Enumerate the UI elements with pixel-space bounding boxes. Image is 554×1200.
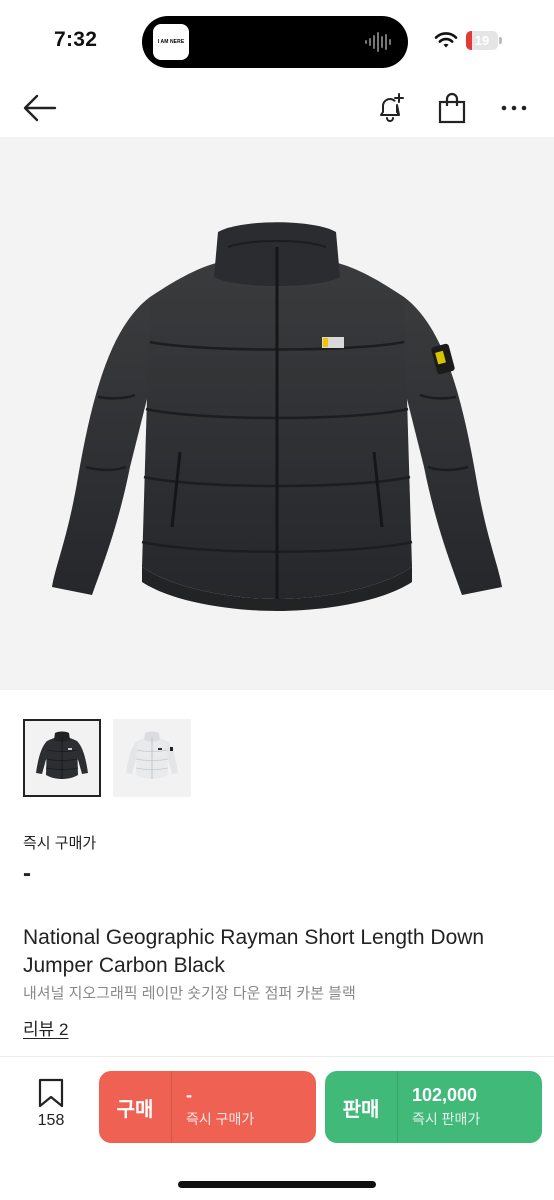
sell-button-subtitle: 즉시 판매가 (412, 1111, 481, 1127)
bell-plus-icon (380, 93, 404, 122)
buy-button[interactable]: 구매 - 즉시 구매가 (99, 1071, 316, 1143)
battery-body: 19 (466, 31, 498, 50)
thumbnail-white[interactable] (113, 719, 191, 797)
audio-wave-icon (365, 32, 391, 52)
product-title: National Geographic Rayman Short Length … (23, 926, 485, 977)
divider (0, 1056, 554, 1057)
status-bar: 7:32 I AM NERE 19 (0, 0, 554, 80)
status-time: 7:32 (54, 28, 98, 51)
more-button[interactable] (494, 88, 534, 128)
thumbnail-strip (23, 719, 191, 799)
shopping-bag-icon (438, 92, 466, 124)
buy-button-separator (171, 1071, 172, 1143)
wish-count: 158 (37, 1112, 65, 1129)
dynamic-island[interactable]: I AM NERE (142, 16, 408, 68)
buy-button-price: - (186, 1085, 192, 1105)
more-icon (501, 105, 527, 111)
battery-percent: 19 (474, 33, 490, 48)
black-jacket-thumbnail (36, 731, 88, 779)
battery-cap (499, 37, 502, 44)
instant-price-label: 즉시 구매가 (23, 835, 97, 852)
thumbnail-black[interactable] (23, 719, 101, 797)
sell-button[interactable]: 판매 102,000 즉시 판매가 (325, 1071, 542, 1143)
alert-subscribe-button[interactable] (370, 88, 410, 128)
island-app-icon: I AM NERE (153, 24, 189, 60)
battery-indicator: 19 (466, 31, 502, 50)
instant-price-value: - (23, 860, 31, 887)
review-link[interactable]: 리뷰 2 (23, 1015, 68, 1040)
wifi-icon (434, 32, 458, 48)
back-button[interactable] (20, 88, 60, 128)
buy-button-subtitle: 즉시 구매가 (186, 1111, 255, 1127)
island-app-text: I AM NERE (157, 39, 185, 45)
white-jacket-thumbnail (126, 731, 178, 779)
home-indicator[interactable] (178, 1181, 376, 1188)
buy-button-label: 구매 (116, 1098, 154, 1121)
sell-button-label: 판매 (342, 1098, 380, 1121)
product-title-korean: 내셔널 지오그래픽 레이만 숏기장 다운 점퍼 카본 블랙 (23, 985, 356, 1002)
wish-button[interactable]: 158 (28, 1078, 74, 1136)
top-nav-bar (0, 80, 554, 136)
puffer-jacket-image (52, 222, 502, 611)
sell-button-separator (397, 1071, 398, 1143)
bookmark-icon (38, 1078, 64, 1108)
product-main-image[interactable] (0, 137, 554, 690)
shopping-bag-button[interactable] (432, 88, 472, 128)
back-arrow-icon (23, 94, 57, 122)
sell-button-price: 102,000 (412, 1085, 478, 1105)
